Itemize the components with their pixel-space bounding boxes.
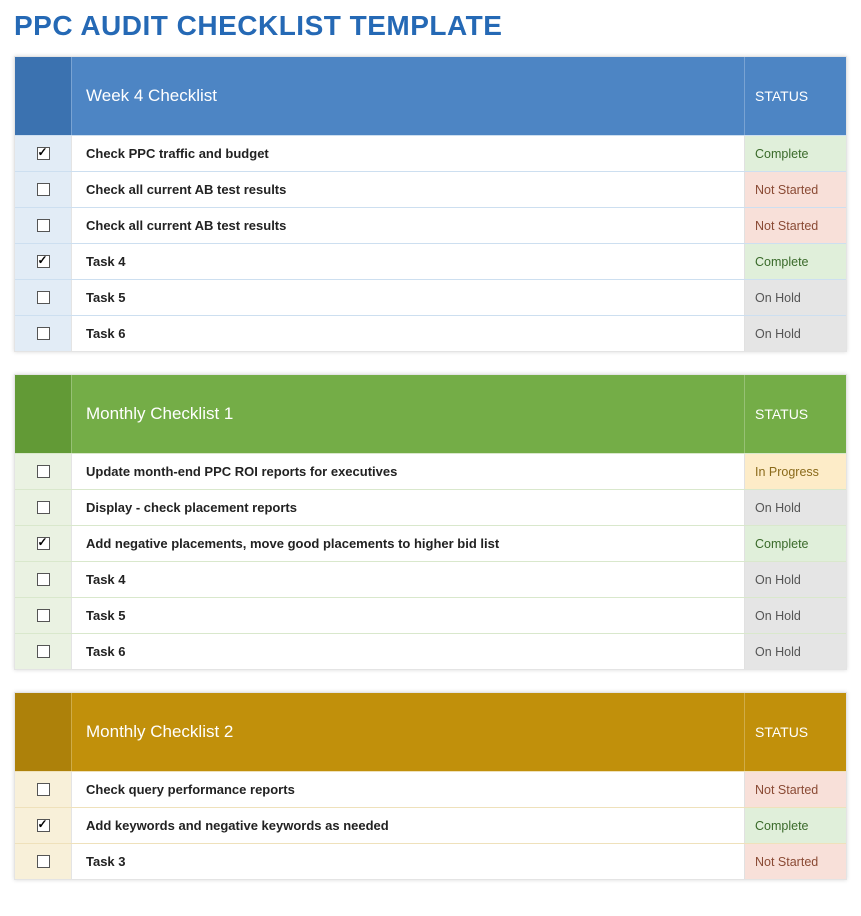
table-row: Add negative placements, move good place… bbox=[15, 525, 846, 561]
table-row: Task 5On Hold bbox=[15, 597, 846, 633]
task-label: Check all current AB test results bbox=[71, 208, 744, 243]
header-checkbox-col bbox=[15, 375, 71, 453]
task-label: Check query performance reports bbox=[71, 772, 744, 807]
checkbox-cell bbox=[15, 208, 71, 243]
task-checkbox[interactable] bbox=[37, 501, 50, 514]
task-checkbox[interactable] bbox=[37, 609, 50, 622]
task-label: Task 6 bbox=[71, 634, 744, 669]
task-label: Task 4 bbox=[71, 562, 744, 597]
section-header: Week 4 ChecklistSTATUS bbox=[15, 57, 846, 135]
table-row: Update month-end PPC ROI reports for exe… bbox=[15, 453, 846, 489]
task-label: Task 5 bbox=[71, 280, 744, 315]
section-header: Monthly Checklist 2STATUS bbox=[15, 693, 846, 771]
checkbox-cell bbox=[15, 280, 71, 315]
section-title: Monthly Checklist 1 bbox=[71, 375, 744, 453]
checkbox-cell bbox=[15, 316, 71, 351]
task-label: Add negative placements, move good place… bbox=[71, 526, 744, 561]
checkbox-cell bbox=[15, 844, 71, 879]
task-checkbox[interactable] bbox=[37, 783, 50, 796]
status-badge[interactable]: Not Started bbox=[744, 208, 846, 243]
checkbox-cell bbox=[15, 454, 71, 489]
table-row: Add keywords and negative keywords as ne… bbox=[15, 807, 846, 843]
table-row: Display - check placement reportsOn Hold bbox=[15, 489, 846, 525]
checklist-section: Week 4 ChecklistSTATUSCheck PPC traffic … bbox=[14, 56, 847, 352]
table-row: Task 3Not Started bbox=[15, 843, 846, 879]
header-checkbox-col bbox=[15, 57, 71, 135]
checkbox-cell bbox=[15, 172, 71, 207]
task-checkbox[interactable] bbox=[37, 819, 50, 832]
table-row: Task 5On Hold bbox=[15, 279, 846, 315]
status-badge[interactable]: On Hold bbox=[744, 280, 846, 315]
task-checkbox[interactable] bbox=[37, 573, 50, 586]
checkbox-cell bbox=[15, 772, 71, 807]
table-row: Task 6On Hold bbox=[15, 633, 846, 669]
task-label: Add keywords and negative keywords as ne… bbox=[71, 808, 744, 843]
checkbox-cell bbox=[15, 490, 71, 525]
task-label: Check all current AB test results bbox=[71, 172, 744, 207]
checkbox-cell bbox=[15, 526, 71, 561]
table-row: Check all current AB test resultsNot Sta… bbox=[15, 171, 846, 207]
status-badge[interactable]: In Progress bbox=[744, 454, 846, 489]
checkbox-cell bbox=[15, 562, 71, 597]
task-checkbox[interactable] bbox=[37, 147, 50, 160]
checkbox-cell bbox=[15, 244, 71, 279]
task-label: Task 3 bbox=[71, 844, 744, 879]
task-label: Task 5 bbox=[71, 598, 744, 633]
section-status-header: STATUS bbox=[744, 57, 846, 135]
checkbox-cell bbox=[15, 598, 71, 633]
section-title: Week 4 Checklist bbox=[71, 57, 744, 135]
section-status-header: STATUS bbox=[744, 693, 846, 771]
table-row: Check all current AB test resultsNot Sta… bbox=[15, 207, 846, 243]
task-checkbox[interactable] bbox=[37, 291, 50, 304]
task-label: Task 6 bbox=[71, 316, 744, 351]
status-badge[interactable]: Complete bbox=[744, 136, 846, 171]
task-checkbox[interactable] bbox=[37, 219, 50, 232]
table-row: Check PPC traffic and budgetComplete bbox=[15, 135, 846, 171]
checklist-section: Monthly Checklist 1STATUSUpdate month-en… bbox=[14, 374, 847, 670]
task-checkbox[interactable] bbox=[37, 255, 50, 268]
status-badge[interactable]: On Hold bbox=[744, 598, 846, 633]
status-badge[interactable]: Not Started bbox=[744, 172, 846, 207]
status-badge[interactable]: Complete bbox=[744, 526, 846, 561]
task-label: Task 4 bbox=[71, 244, 744, 279]
header-checkbox-col bbox=[15, 693, 71, 771]
status-badge[interactable]: On Hold bbox=[744, 562, 846, 597]
section-header: Monthly Checklist 1STATUS bbox=[15, 375, 846, 453]
task-checkbox[interactable] bbox=[37, 183, 50, 196]
checkbox-cell bbox=[15, 136, 71, 171]
table-row: Check query performance reportsNot Start… bbox=[15, 771, 846, 807]
task-label: Check PPC traffic and budget bbox=[71, 136, 744, 171]
task-checkbox[interactable] bbox=[37, 645, 50, 658]
status-badge[interactable]: On Hold bbox=[744, 490, 846, 525]
status-badge[interactable]: Not Started bbox=[744, 844, 846, 879]
section-title: Monthly Checklist 2 bbox=[71, 693, 744, 771]
task-checkbox[interactable] bbox=[37, 465, 50, 478]
status-badge[interactable]: Complete bbox=[744, 808, 846, 843]
table-row: Task 4Complete bbox=[15, 243, 846, 279]
status-badge[interactable]: Complete bbox=[744, 244, 846, 279]
section-status-header: STATUS bbox=[744, 375, 846, 453]
checkbox-cell bbox=[15, 634, 71, 669]
task-label: Update month-end PPC ROI reports for exe… bbox=[71, 454, 744, 489]
status-badge[interactable]: Not Started bbox=[744, 772, 846, 807]
table-row: Task 6On Hold bbox=[15, 315, 846, 351]
checkbox-cell bbox=[15, 808, 71, 843]
status-badge[interactable]: On Hold bbox=[744, 634, 846, 669]
task-checkbox[interactable] bbox=[37, 855, 50, 868]
task-checkbox[interactable] bbox=[37, 537, 50, 550]
task-label: Display - check placement reports bbox=[71, 490, 744, 525]
page-title: PPC AUDIT CHECKLIST TEMPLATE bbox=[14, 10, 847, 42]
status-badge[interactable]: On Hold bbox=[744, 316, 846, 351]
table-row: Task 4On Hold bbox=[15, 561, 846, 597]
task-checkbox[interactable] bbox=[37, 327, 50, 340]
